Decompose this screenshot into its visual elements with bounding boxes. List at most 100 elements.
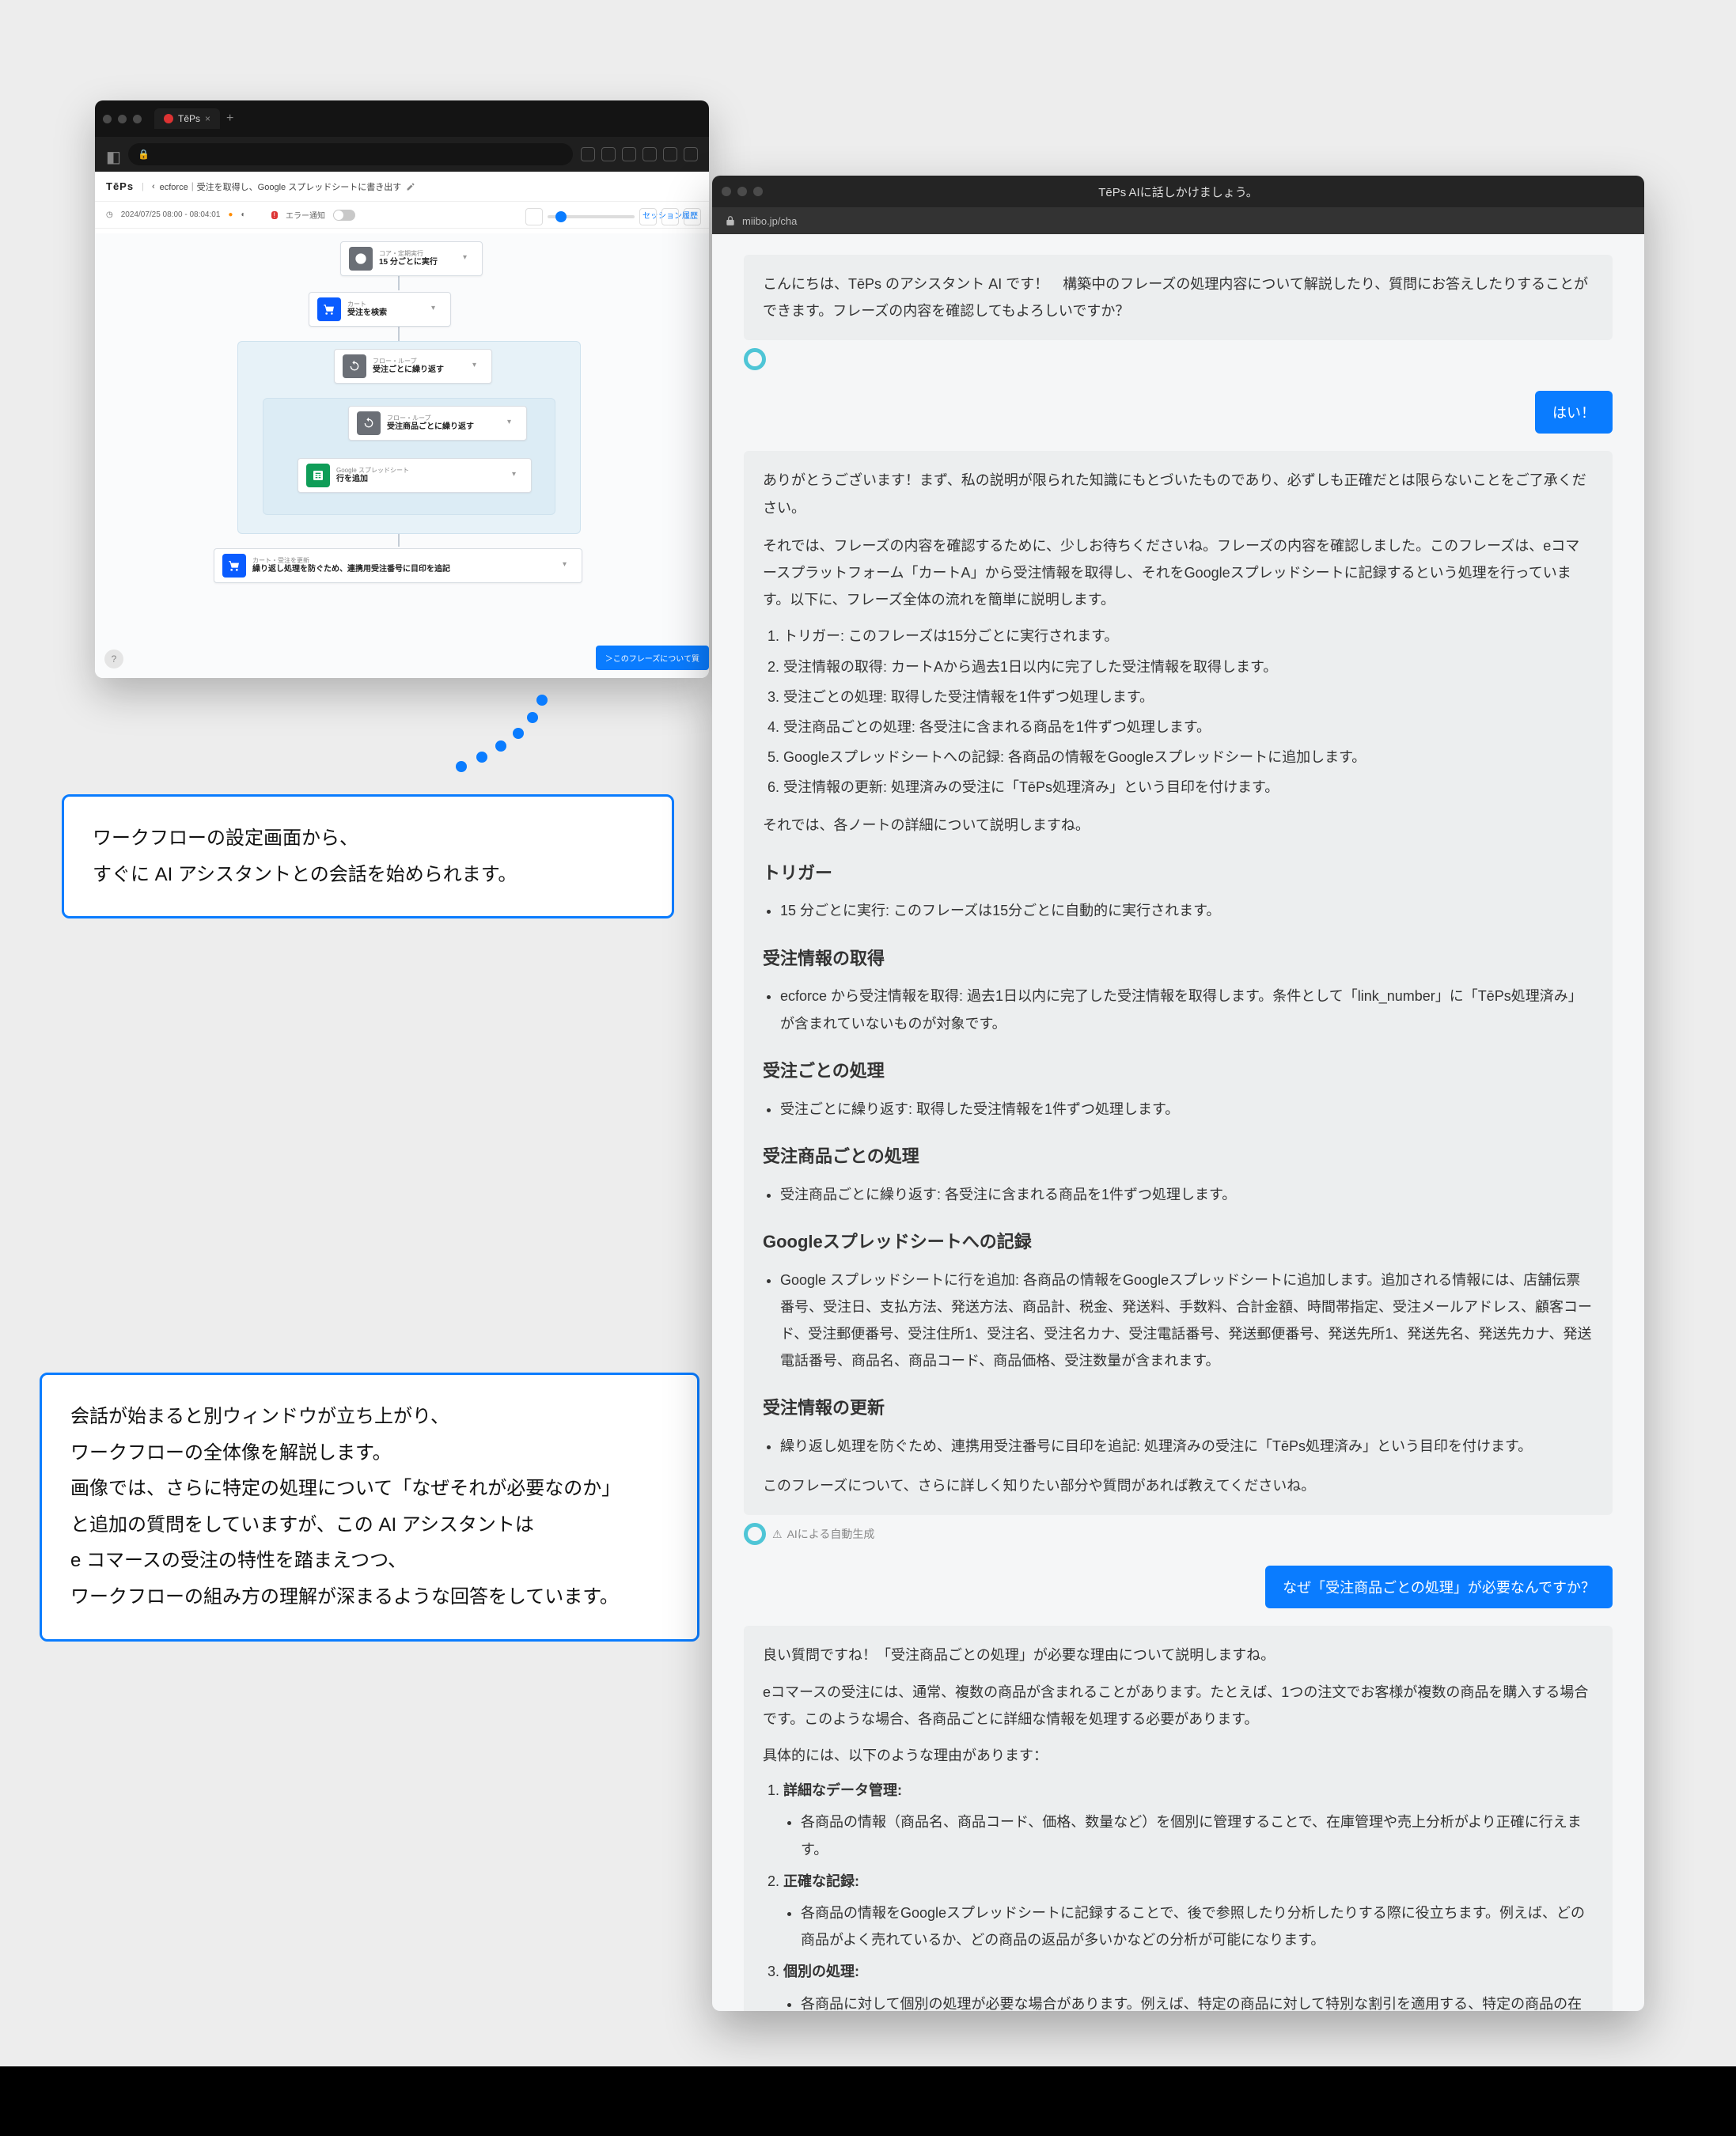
node-category: フロー・ループ <box>387 415 474 422</box>
ext-icon[interactable] <box>581 147 595 161</box>
step: 受注情報の更新: 処理済みの受注に「TēPs処理済み」という目印を付けます。 <box>783 779 1279 795</box>
workflow-canvas[interactable]: コア・定期実行 15 分ごとに実行 ▾ カート 受注を検索 ▾ <box>95 233 709 678</box>
warning-icon: ⚠ <box>772 1528 783 1541</box>
url-field[interactable]: 🔒 <box>128 143 573 165</box>
bullet: ecforce から受注情報を取得: 過去1日以内に完了した受注情報を取得します… <box>780 988 1582 1031</box>
timestamp-value: 2024/07/25 08:00 - 08:04:01 <box>121 210 221 219</box>
new-tab-button[interactable]: + <box>226 112 233 126</box>
ai-step-list: トリガー: このフレーズは15分ごとに実行されます。 受注情報の取得: カートA… <box>763 623 1594 801</box>
step: トリガー: このフレーズは15分ごとに実行されます。 <box>783 628 1118 644</box>
help-button[interactable]: ? <box>104 650 123 668</box>
node-title: 繰り返し処理を防ぐため、連携用受注番号に目印を追記 <box>252 565 450 574</box>
favicon-icon <box>164 114 173 123</box>
error-toggle[interactable] <box>333 210 355 221</box>
traffic-lights <box>103 115 142 123</box>
user-message: なぜ「受注商品ごとの処理」が必要なんですか？ <box>1265 1566 1613 1608</box>
ai-avatar-row <box>744 348 1613 370</box>
ai-text: ありがとうございます！まず、私の説明が限られた知識にもとづいたものであり、必ずし… <box>763 467 1594 521</box>
node-update-order[interactable]: カート・受注を更新 繰り返し処理を防ぐため、連携用受注番号に目印を追記 ▾ <box>214 548 582 583</box>
lock-icon <box>725 215 736 226</box>
ai-avatar-icon <box>744 348 766 370</box>
lock-icon: 🔒 <box>138 149 150 160</box>
section-heading: 受注情報の取得 <box>763 942 1594 975</box>
cart-icon <box>317 297 341 321</box>
bullet: 受注商品ごとに繰り返す: 各受注に含まれる商品を1件ずつ処理します。 <box>780 1187 1236 1202</box>
step: 受注ごとの処理: 取得した受注情報を1件ずつ処理します。 <box>783 689 1154 705</box>
chat-body: こんにちは、TēPs のアシスタント AI です！ 構築中のフレーズの処理内容に… <box>712 234 1644 2011</box>
chevron-down-icon[interactable]: ▾ <box>512 470 523 481</box>
download-button[interactable] <box>684 208 701 225</box>
ext-icon[interactable] <box>663 147 677 161</box>
chevron-down-icon[interactable]: ▾ <box>431 304 442 315</box>
close-tab-icon[interactable]: × <box>205 113 210 124</box>
back-icon[interactable]: ‹ <box>152 182 155 191</box>
tab-title: TēPs <box>178 113 200 124</box>
schedule-icon: ◷ <box>106 210 113 219</box>
workflow-editor-window: TēPs × + ◧ 🔒 TēPs | ‹ ecforce｜受注を取得し、Goo… <box>95 100 709 678</box>
browser-action-icons <box>581 147 698 161</box>
zoom-in-button[interactable] <box>661 208 679 225</box>
annotation-callout-1: ワークフローの設定画面から、 すぐに AI アシスタントとの会話を始められます。 <box>62 794 674 918</box>
schedule-icon <box>349 247 373 271</box>
section-heading: 受注商品ごとの処理 <box>763 1140 1594 1173</box>
spreadsheet-icon <box>306 464 330 487</box>
section-heading: 受注情報の更新 <box>763 1392 1594 1425</box>
step: 受注情報の取得: カートAから過去1日以内に完了した受注情報を取得します。 <box>783 659 1277 675</box>
node-trigger[interactable]: コア・定期実行 15 分ごとに実行 ▾ <box>340 241 483 276</box>
bullet: Google スプレッドシートに行を追加: 各商品の情報をGoogleスプレッド… <box>780 1272 1592 1369</box>
ai-chat-window: TēPs AIに話しかけましょう。 miibo.jp/cha こんにちは、TēP… <box>712 176 1644 2011</box>
zoom-out-button[interactable] <box>639 208 657 225</box>
canvas-toolbar <box>525 208 701 225</box>
bullet: 15 分ごとに実行: このフレーズは15分ごとに自動的に実行されます。 <box>780 903 1220 918</box>
ai-text: 具体的には、以下のような理由があります： <box>763 1742 1594 1769</box>
reason-body: 各商品の情報をGoogleスプレッドシートに記録することで、後で参照したり分析し… <box>801 1905 1585 1948</box>
ai-message: ありがとうございます！まず、私の説明が限られた知識にもとづいたものであり、必ずし… <box>744 451 1613 1515</box>
browser-tab[interactable]: TēPs × <box>154 108 220 129</box>
cart-icon <box>222 554 246 578</box>
ext-icon[interactable] <box>622 147 636 161</box>
chevron-down-icon[interactable]: ▾ <box>563 560 574 571</box>
reason-heading: 詳細なデータ管理: <box>783 1782 902 1798</box>
breadcrumb: ‹ ecforce｜受注を取得し、Google スプレッドシートに書き出す <box>152 180 698 193</box>
chat-url-bar: miibo.jp/cha <box>712 207 1644 234</box>
node-category: コア・定期実行 <box>379 250 438 258</box>
chevron-down-icon[interactable]: ▾ <box>463 253 474 264</box>
error-badge-icon: ! <box>271 211 279 219</box>
ai-text: それでは、各ノートの詳細について説明しますね。 <box>763 812 1594 839</box>
reason-heading: 正確な記録: <box>783 1873 859 1889</box>
edit-icon[interactable] <box>406 182 415 191</box>
node-loop-orders[interactable]: フロー・ループ 受注ごとに繰り返す ▾ <box>334 349 492 384</box>
zoom-slider[interactable] <box>548 215 635 218</box>
app-logo[interactable]: TēPs <box>106 180 134 192</box>
chevron-down-icon[interactable]: ▾ <box>507 418 518 429</box>
ask-ai-button[interactable]: ＞このフレーズについて質 <box>596 646 709 670</box>
ai-text: eコマースの受注には、通常、複数の商品が含まれることがあります。たとえば、1つの… <box>763 1679 1594 1733</box>
autogen-label: ⚠AIによる自動生成 <box>772 1526 874 1542</box>
node-category: Google スプレッドシート <box>336 467 409 475</box>
breadcrumb-title: ecforce｜受注を取得し、Google スプレッドシートに書き出す <box>160 180 402 193</box>
section-heading: 受注ごとの処理 <box>763 1055 1594 1088</box>
node-loop-items[interactable]: フロー・ループ 受注商品ごとに繰り返す ▾ <box>348 406 527 441</box>
window-title-bar: TēPs AIに話しかけましょう。 <box>712 176 1644 207</box>
node-search-orders[interactable]: カート 受注を検索 ▾ <box>309 292 451 327</box>
ai-avatar-row: ⚠AIによる自動生成 <box>744 1523 1613 1545</box>
ext-icon[interactable] <box>684 147 698 161</box>
traffic-lights <box>722 187 763 196</box>
tool-button[interactable] <box>525 208 543 225</box>
node-title: 受注商品ごとに繰り返す <box>387 422 474 432</box>
annotation-callout-2: 会話が始まると別ウィンドウが立ち上がり、 ワークフローの全体像を解説します。 画… <box>40 1373 699 1642</box>
ext-icon[interactable] <box>642 147 657 161</box>
chevron-down-icon[interactable]: ▾ <box>472 361 483 372</box>
bullet: 繰り返し処理を防ぐため、連携用受注番号に目印を追記: 処理済みの受注に「TēPs… <box>780 1438 1532 1454</box>
node-title: 受注を検索 <box>347 309 387 318</box>
window-title: TēPs AIに話しかけましょう。 <box>1098 184 1258 200</box>
ai-avatar-icon <box>744 1523 766 1545</box>
page-footer-bar <box>0 2066 1736 2136</box>
reason-body: 各商品の情報（商品名、商品コード、価格、数量など）を個別に管理することで、在庫管… <box>801 1814 1582 1857</box>
ai-text: このフレーズについて、さらに詳しく知りたい部分や質問があれば教えてくださいね。 <box>763 1472 1594 1499</box>
ext-icon[interactable] <box>601 147 616 161</box>
node-title: 15 分ごとに実行 <box>379 258 438 267</box>
step: Googleスプレッドシートへの記録: 各商品の情報をGoogleスプレッドシー… <box>783 749 1366 765</box>
node-sheet-append[interactable]: Google スプレッドシート 行を追加 ▾ <box>298 458 532 493</box>
chat-url: miibo.jp/cha <box>742 215 797 227</box>
